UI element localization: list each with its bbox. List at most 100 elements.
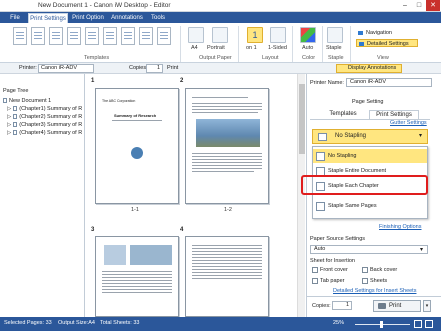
page-thumbnail[interactable] xyxy=(185,88,269,204)
color-mode-label: Auto xyxy=(302,45,314,51)
paper-size-icon[interactable] xyxy=(188,27,204,43)
orientation-icon[interactable] xyxy=(212,27,228,43)
page-tree-title: Page Tree xyxy=(3,88,29,94)
detailed-settings-button[interactable]: Detailed Settings xyxy=(356,39,418,47)
pane-divider xyxy=(306,296,441,297)
staple-option[interactable]: Staple Same Pages xyxy=(313,199,427,213)
page-number: 1 xyxy=(91,78,95,84)
group-label-layout: Layout xyxy=(262,55,279,61)
staple-icon[interactable] xyxy=(327,27,343,43)
window-title: New Document 1 - Canon iW Desktop - Edit… xyxy=(38,2,171,9)
tab-print-option[interactable]: Print Option xyxy=(70,13,106,23)
pane-copies-input[interactable]: 1 xyxy=(332,301,352,310)
staple-option-icon xyxy=(316,152,325,161)
sheets-checkbox[interactable] xyxy=(362,278,368,284)
chevron-down-icon[interactable]: ▾ xyxy=(420,246,423,253)
template-thumb[interactable] xyxy=(103,27,117,45)
output-size: Output Size:A4 xyxy=(58,320,95,326)
zoom-slider-thumb[interactable] xyxy=(380,321,383,328)
tree-root[interactable]: New Document 1 xyxy=(3,97,51,105)
print-dropdown-arrow[interactable]: ▾ xyxy=(423,300,431,312)
pages-per-sheet-button[interactable]: 1 xyxy=(247,27,263,43)
page-number: 2 xyxy=(180,78,184,84)
tab-paper-label: Tab paper xyxy=(320,278,345,284)
page-number: 4 xyxy=(180,227,184,233)
staple-option-icon xyxy=(316,202,325,211)
ribbon-separator xyxy=(322,26,323,62)
document-icon xyxy=(13,130,18,135)
display-annotations-toggle[interactable]: Display Annotations xyxy=(336,64,402,73)
template-thumb[interactable] xyxy=(31,27,45,45)
tab-tools[interactable]: Tools xyxy=(148,13,168,23)
page-thumbnail[interactable] xyxy=(185,236,269,317)
tab-paper-checkbox[interactable] xyxy=(312,278,318,284)
page-thumbnail[interactable] xyxy=(95,236,179,317)
maximize-button[interactable]: □ xyxy=(412,0,426,11)
fit-page-icon[interactable] xyxy=(414,320,422,328)
tree-chapter[interactable]: ▷ (Chapter3) Summary of R xyxy=(7,121,82,129)
document-icon xyxy=(3,98,7,103)
template-thumb[interactable] xyxy=(13,27,27,45)
color-mode-icon[interactable] xyxy=(300,27,316,43)
staple-option[interactable]: No Stapling xyxy=(313,149,427,163)
selected-pages: Selected Pages: 33 xyxy=(4,320,52,326)
sided-label: 1-Sided xyxy=(268,45,287,51)
finishing-options-link[interactable]: Finishing Options xyxy=(379,224,422,230)
template-thumb[interactable] xyxy=(49,27,63,45)
template-thumb[interactable] xyxy=(67,27,81,45)
orientation-label: Portrait xyxy=(207,45,225,51)
staple-dropdown[interactable]: No Stapling xyxy=(312,129,428,144)
document-icon xyxy=(13,114,18,119)
tab-templates-pane[interactable]: Templates xyxy=(321,110,365,119)
fit-width-icon[interactable] xyxy=(425,320,433,328)
minimize-button[interactable]: – xyxy=(398,0,412,11)
printer-label: Printer: xyxy=(19,65,37,71)
template-thumb[interactable] xyxy=(121,27,135,45)
ribbon-separator xyxy=(180,26,181,62)
chevron-down-icon[interactable]: ▾ xyxy=(419,132,422,139)
paper-size-label: A4 xyxy=(191,45,198,51)
page-setting-title: Page Setting xyxy=(352,99,384,105)
document-icon xyxy=(13,106,18,111)
tab-print-settings[interactable]: Print Settings xyxy=(28,13,68,23)
document-scrollbar[interactable] xyxy=(297,74,305,317)
tab-file[interactable]: File xyxy=(4,13,26,23)
paper-source-select[interactable]: Auto xyxy=(310,245,428,254)
tree-chapter[interactable]: ▷ (Chapter4) Summary of R xyxy=(7,129,82,137)
total-sheets: Total Sheets: 33 xyxy=(100,320,140,326)
toolbar-print-button[interactable]: Print xyxy=(167,65,178,71)
scrollbar-thumb[interactable] xyxy=(299,84,305,154)
pages-per-sheet-label: on 1 xyxy=(246,45,257,51)
sided-icon[interactable] xyxy=(270,27,286,43)
tab-print-settings-pane[interactable]: Print Settings xyxy=(369,110,419,119)
navigation-button[interactable]: Navigation xyxy=(356,29,416,37)
front-cover-label: Front cover xyxy=(320,267,348,273)
detailed-settings-label: Detailed Settings xyxy=(367,41,409,47)
staple-label: Staple xyxy=(326,45,342,51)
group-label-staple: Staple xyxy=(328,55,344,61)
close-button[interactable]: ✕ xyxy=(426,0,440,11)
navigation-icon xyxy=(358,30,363,35)
printer-select[interactable]: Canon iR-ADV xyxy=(38,64,94,73)
detailed-insert-link[interactable]: Detailed Settings for Insert Sheets xyxy=(333,288,416,294)
sheet-insertion-label: Sheet for Insertion xyxy=(310,258,355,264)
gutter-settings-link[interactable]: Gutter Settings xyxy=(390,120,427,126)
ribbon-separator xyxy=(292,26,293,62)
front-cover-checkbox[interactable] xyxy=(312,267,318,273)
tab-annotations[interactable]: Annotations xyxy=(108,13,146,23)
group-label-color: Color xyxy=(302,55,316,61)
copies-input[interactable]: 1 xyxy=(146,64,163,73)
template-thumb[interactable] xyxy=(85,27,99,45)
tree-chapter[interactable]: ▷ (Chapter1) Summary of R xyxy=(7,105,82,113)
page-thumbnail[interactable]: The ABC Corporation Summary of Research xyxy=(95,88,179,204)
template-thumb[interactable] xyxy=(157,27,171,45)
group-label-view: View xyxy=(377,55,389,61)
printer-name-select[interactable]: Canon iR-ADV xyxy=(346,78,432,87)
template-thumb[interactable] xyxy=(139,27,153,45)
paper-source-label: Paper Source Settings xyxy=(310,236,366,242)
back-cover-checkbox[interactable] xyxy=(362,267,368,273)
back-cover-label: Back cover xyxy=(370,267,398,273)
detailed-settings-icon xyxy=(359,41,364,46)
highlight-callout xyxy=(301,175,428,195)
tree-chapter[interactable]: ▷ (Chapter2) Summary of R xyxy=(7,113,82,121)
